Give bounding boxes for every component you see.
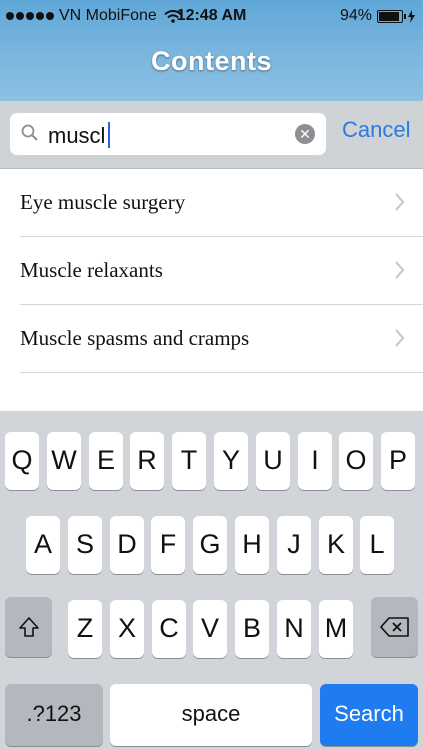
key-o[interactable]: O [339, 432, 373, 490]
text-caret [108, 122, 110, 148]
keyboard: .?123 space Search QWERTYUIOP ASDFGHJKL ZX… [0, 411, 423, 750]
key-label: K [326, 529, 345, 559]
key-label: F [159, 529, 177, 559]
key-x[interactable]: X [110, 600, 144, 658]
key-m[interactable]: M [319, 600, 353, 658]
list-item-label: Eye muscle surgery [20, 190, 186, 214]
key-q[interactable]: Q [5, 432, 39, 490]
search-text: muscl [48, 123, 106, 148]
status-bar: VN MobiFone 12:48 AM 94% [0, 0, 423, 33]
space-key-label: space [181, 701, 241, 726]
chevron-right-icon [395, 261, 405, 279]
key-c[interactable]: C [152, 600, 186, 658]
key-e[interactable]: E [89, 432, 123, 490]
key-label: I [311, 445, 319, 475]
key-j[interactable]: J [277, 516, 311, 574]
cancel-button[interactable]: Cancel [342, 117, 410, 143]
chevron-right-icon [395, 193, 405, 211]
chevron-right-icon [395, 329, 405, 347]
numbers-key-label: .?123 [26, 701, 82, 726]
search-icon [21, 124, 38, 141]
key-g[interactable]: G [193, 516, 227, 574]
key-label: Q [11, 445, 33, 475]
list-item[interactable]: Eye muscle surgery [0, 169, 423, 237]
key-label: S [75, 529, 94, 559]
results-list: Eye muscle surgery Muscle relaxants Musc… [0, 169, 423, 373]
list-item-label: Muscle relaxants [20, 258, 163, 282]
key-label: H [242, 529, 262, 559]
key-d[interactable]: D [110, 516, 144, 574]
key-label: J [287, 529, 301, 559]
key-label: N [284, 613, 304, 643]
key-label: B [242, 613, 261, 643]
page-title: Contents [151, 46, 272, 76]
key-w[interactable]: W [47, 432, 81, 490]
key-f[interactable]: F [151, 516, 185, 574]
list-item[interactable]: Muscle spasms and cramps [0, 305, 423, 373]
key-u[interactable]: U [256, 432, 290, 490]
key-k[interactable]: K [319, 516, 353, 574]
key-label: T [180, 445, 198, 475]
key-y[interactable]: Y [214, 432, 248, 490]
key-label: G [199, 529, 221, 559]
backspace-icon [379, 617, 409, 637]
key-v[interactable]: V [193, 600, 227, 658]
charging-icon [408, 9, 415, 23]
key-label: U [263, 445, 283, 475]
battery-icon [377, 9, 406, 23]
divider [20, 372, 423, 373]
key-label: V [200, 613, 219, 643]
search-key[interactable]: Search [320, 684, 418, 746]
key-label: Z [76, 613, 94, 643]
search-input[interactable]: muscl ✕ [10, 113, 326, 155]
key-s[interactable]: S [68, 516, 102, 574]
key-label: C [159, 613, 179, 643]
key-label: A [33, 529, 52, 559]
list-item[interactable]: Muscle relaxants [0, 237, 423, 305]
delete-key[interactable] [371, 597, 418, 657]
key-label: M [324, 613, 348, 643]
shift-key[interactable] [5, 597, 52, 657]
key-t[interactable]: T [172, 432, 206, 490]
key-label: R [137, 445, 157, 475]
key-label: D [117, 529, 137, 559]
list-item-label: Muscle spasms and cramps [20, 326, 250, 350]
clear-icon[interactable]: ✕ [295, 124, 315, 144]
key-label: X [117, 613, 136, 643]
space-key[interactable]: space [110, 684, 312, 746]
key-label: L [369, 529, 385, 559]
battery-percent: 94% [339, 7, 372, 24]
key-z[interactable]: Z [68, 600, 102, 658]
key-p[interactable]: P [381, 432, 415, 490]
key-label: P [388, 445, 407, 475]
key-r[interactable]: R [130, 432, 164, 490]
key-h[interactable]: H [235, 516, 269, 574]
key-l[interactable]: L [360, 516, 394, 574]
key-i[interactable]: I [298, 432, 332, 490]
key-label: W [51, 445, 77, 475]
key-n[interactable]: N [277, 600, 311, 658]
key-label: O [345, 445, 367, 475]
top-bar: VN MobiFone 12:48 AM 94% Contents [0, 0, 423, 101]
shift-icon [18, 617, 39, 637]
key-label: E [96, 445, 115, 475]
key-b[interactable]: B [235, 600, 269, 658]
key-label: Y [221, 445, 240, 475]
key-a[interactable]: A [26, 516, 60, 574]
numbers-key[interactable]: .?123 [5, 684, 103, 746]
search-key-label: Search [334, 701, 404, 726]
